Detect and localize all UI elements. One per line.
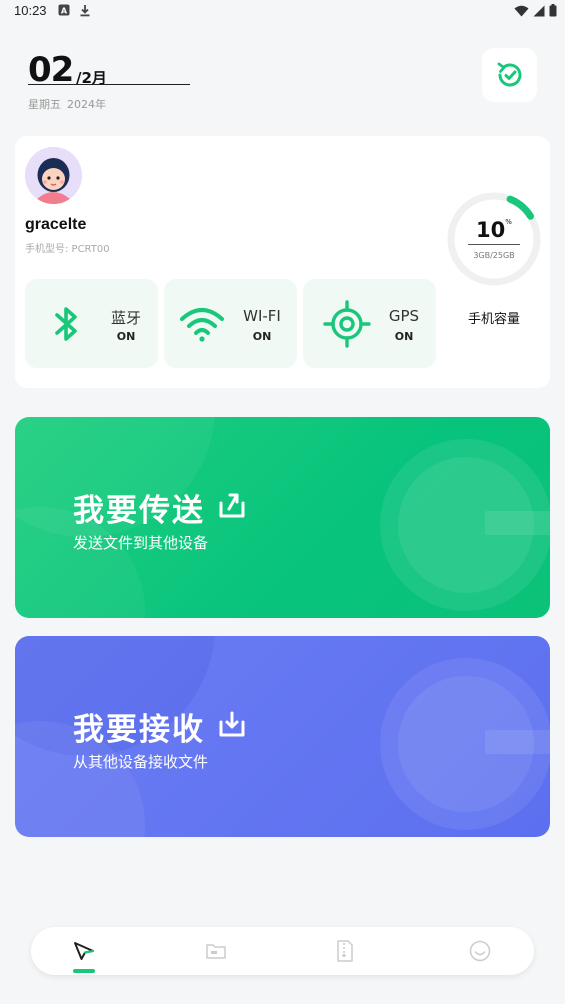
device-model: 手机型号: PCRT00: [25, 244, 110, 255]
wifi-signal-icon: [514, 5, 529, 16]
nav-files[interactable]: [200, 935, 232, 967]
zip-file-icon: [337, 940, 353, 962]
send-card[interactable]: 我要传送 发送文件到其他设备: [15, 417, 550, 618]
bluetooth-icon: [41, 299, 93, 349]
decoration-bar: [485, 511, 550, 535]
receive-card[interactable]: 我要接收 从其他设备接收文件: [15, 636, 550, 837]
history-icon: [497, 62, 521, 87]
nav-profile[interactable]: [464, 935, 496, 967]
device-info-card: gracelte 手机型号: PCRT00 蓝牙 ON WI-FI ON GPS…: [15, 136, 550, 388]
decoration-bar: [485, 730, 550, 754]
status-bar: 10:23 A: [0, 0, 565, 24]
gps-label: GPS: [388, 307, 420, 325]
avatar-girl-icon: [25, 147, 82, 204]
send-icon: [74, 942, 94, 960]
storage-divider: [468, 244, 520, 245]
wifi-state: ON: [252, 330, 272, 343]
battery-icon: [549, 4, 557, 17]
date-subline: 星期五 2024年: [28, 96, 112, 112]
storage-label: 手机容量: [467, 312, 520, 327]
avatar[interactable]: [25, 147, 82, 204]
nav-archive[interactable]: [329, 935, 361, 967]
status-time: 10:23: [14, 3, 47, 18]
cell-signal-icon: [533, 5, 545, 16]
send-subtitle: 发送文件到其他设备: [73, 534, 209, 552]
receive-download-icon: [219, 711, 245, 737]
gps-toggle[interactable]: GPS ON: [303, 279, 436, 368]
bluetooth-label: 蓝牙: [110, 309, 141, 327]
send-title: 我要传送: [73, 493, 205, 529]
date-weekday: 星期五: [28, 98, 61, 111]
profile-icon: [469, 940, 491, 962]
history-button[interactable]: [482, 48, 537, 102]
storage-usage: 3GB/25GB: [473, 251, 515, 260]
bottom-nav: [31, 927, 534, 975]
gps-state: ON: [394, 330, 414, 343]
upload-icon: [219, 493, 245, 518]
date-year: 2024年: [67, 98, 106, 111]
wifi-icon: [176, 299, 228, 349]
nav-active-indicator: [73, 969, 95, 973]
bluetooth-state: ON: [116, 330, 136, 343]
receive-title: 我要接收: [73, 712, 205, 748]
folder-icon: [206, 944, 226, 959]
download-icon: [80, 5, 90, 17]
bluetooth-toggle[interactable]: 蓝牙 ON: [25, 279, 158, 368]
wifi-label: WI-FI: [243, 307, 281, 325]
nav-send[interactable]: [68, 935, 100, 967]
gps-icon: [321, 299, 373, 349]
notification-a-icon: A: [58, 4, 70, 16]
svg-text:A: A: [61, 7, 68, 16]
date-divider: [28, 84, 190, 85]
receive-subtitle: 从其他设备接收文件: [73, 753, 209, 771]
storage-percent: 10%: [476, 218, 512, 242]
wifi-toggle[interactable]: WI-FI ON: [164, 279, 297, 368]
username: gracelte: [25, 216, 87, 233]
